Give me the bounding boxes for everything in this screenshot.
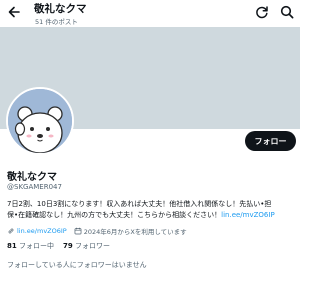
website-link[interactable]: lin.ee/mvZO6IP bbox=[17, 227, 67, 235]
bio-line-2: 保•在籍確認なし！九州の方でも大丈夫！こちらから相談ください！lin.ee/mv… bbox=[7, 210, 297, 221]
profile-meta: lin.ee/mvZO6IP 2024年6月からXを利用しています bbox=[7, 226, 187, 236]
followers-count: 79 bbox=[62, 242, 73, 250]
back-arrow-icon[interactable] bbox=[6, 4, 22, 20]
avatar[interactable] bbox=[6, 87, 74, 155]
bio-line-1: 7日2割、10日3割になります！収入あれば大丈夫！他社借入れ関係なし！先払い•担 bbox=[7, 200, 272, 208]
following-count: 81 bbox=[7, 242, 17, 250]
mutual-followers-text: フォローしている人にフォロワーはいません bbox=[7, 261, 147, 269]
followers-label: フォロワー bbox=[74, 242, 110, 250]
follow-button[interactable]: フォロー bbox=[245, 131, 296, 151]
followers-link[interactable]: 79 フォロワー bbox=[63, 241, 110, 251]
bio-link[interactable]: lin.ee/mvZO6IP bbox=[221, 211, 275, 219]
display-name: 敬礼なクマ bbox=[7, 172, 57, 183]
bio: 7日2割、10日3割になります！収入あれば大丈夫！他社借入れ関係なし！先払い•担… bbox=[7, 199, 297, 221]
following-label: フォロー中 bbox=[18, 242, 54, 250]
refresh-icon[interactable] bbox=[254, 4, 270, 20]
joined-date: 2024年6月からXを利用しています bbox=[83, 228, 187, 236]
post-count: 51 件のポスト bbox=[35, 18, 78, 26]
following-link[interactable]: 81 フォロー中 bbox=[7, 241, 54, 251]
calendar-icon bbox=[74, 227, 82, 235]
page-title: 敬礼なクマ bbox=[34, 3, 87, 15]
search-icon[interactable] bbox=[279, 4, 295, 20]
handle: @SKGAMER047 bbox=[7, 183, 62, 191]
bio-text: 保•在籍確認なし！九州の方でも大丈夫！こちらから相談ください！ bbox=[7, 211, 222, 219]
link-icon bbox=[8, 228, 14, 234]
follow-stats: 81 フォロー中 79 フォロワー bbox=[7, 241, 110, 251]
